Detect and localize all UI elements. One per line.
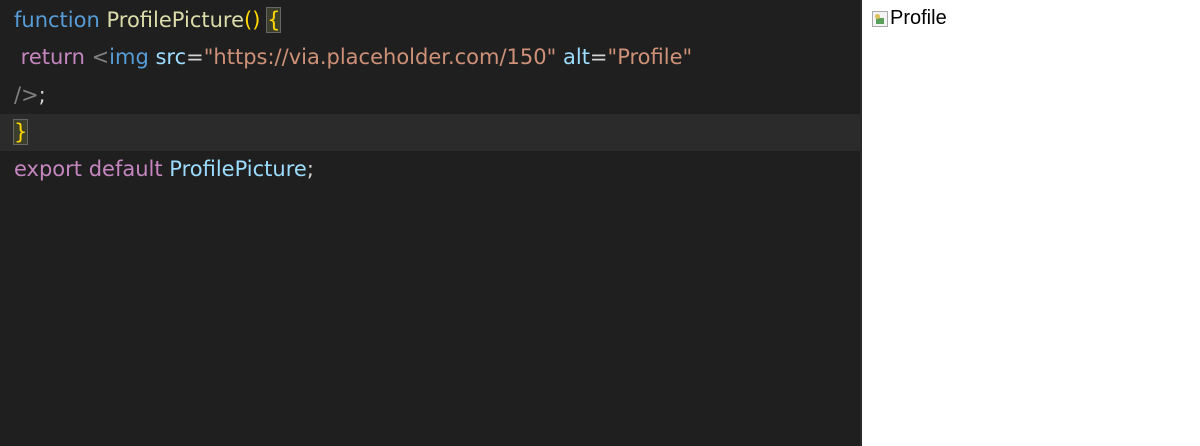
code-token: alt <box>562 45 590 69</box>
app-root: function ProfilePicture() { return <img … <box>0 0 1200 446</box>
code-line-3[interactable]: />; <box>0 77 860 114</box>
code-token: /> <box>14 83 39 107</box>
preview-pane <box>862 0 1200 446</box>
code-token: export <box>14 157 83 181</box>
profile-image-alt-text: Profile <box>890 7 947 29</box>
code-line-1[interactable]: function ProfilePicture() { <box>0 2 860 39</box>
code-token: = <box>186 45 204 69</box>
code-token: return <box>14 45 92 69</box>
code-token: "https://via.placeholder.com/150" <box>203 45 557 69</box>
code-token: default <box>88 157 163 181</box>
code-token: = <box>589 45 608 69</box>
code-line-5[interactable]: export default ProfilePicture; <box>0 151 860 188</box>
code-token: () <box>244 8 261 32</box>
code-editor[interactable]: function ProfilePicture() { return <img … <box>0 0 860 446</box>
code-token: ProfilePicture <box>169 157 307 181</box>
code-token: function <box>14 8 100 32</box>
code-token: { <box>266 7 282 33</box>
code-token: } <box>12 119 29 145</box>
code-line-2[interactable]: return <img src="https://via.placeholder… <box>0 39 860 76</box>
profile-image-broken: Profile <box>872 7 947 30</box>
code-token: "Profile" <box>607 45 693 69</box>
code-token: src <box>155 45 187 69</box>
code-token: < <box>91 45 110 69</box>
broken-image-icon <box>872 10 888 27</box>
code-token: ; <box>306 157 314 181</box>
code-line-4[interactable]: } <box>0 114 860 151</box>
code-token: ; <box>38 83 46 107</box>
code-token: ProfilePicture <box>106 8 244 32</box>
code-token: img <box>109 45 149 69</box>
